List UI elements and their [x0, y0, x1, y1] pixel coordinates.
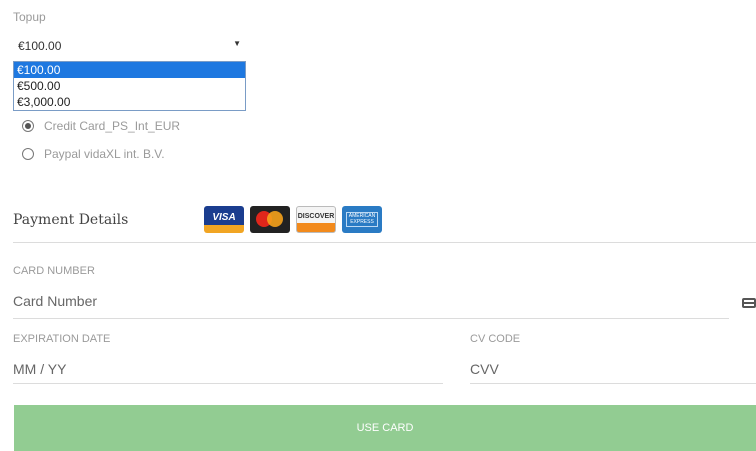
card-number-label: CARD NUMBER [13, 265, 95, 277]
topup-select[interactable]: €100.00 ▼ [13, 36, 245, 56]
expiration-date-input[interactable] [13, 359, 433, 379]
cv-code-underline [470, 383, 756, 384]
visa-icon: VISA [204, 206, 244, 233]
dropdown-arrow-icon: ▼ [233, 39, 241, 48]
discover-icon: DISCOVER [296, 206, 336, 233]
topup-option[interactable]: €100.00 [14, 62, 245, 78]
cv-code-label: CV CODE [470, 333, 521, 345]
radio-unchecked-icon[interactable] [22, 148, 34, 160]
topup-selected-value: €100.00 [18, 39, 62, 53]
card-number-underline [13, 318, 729, 319]
card-logos: VISA DISCOVER AMERICAN EXPRESS [204, 206, 382, 233]
payment-details-title: Payment Details [13, 212, 129, 228]
payment-method-label: Paypal vidaXL int. B.V. [44, 147, 165, 161]
expiration-date-label: EXPIRATION DATE [13, 333, 111, 345]
credit-card-icon [742, 298, 756, 308]
mastercard-icon [250, 206, 290, 233]
topup-option[interactable]: €500.00 [14, 78, 245, 94]
payment-method-credit-card[interactable]: Credit Card_PS_Int_EUR [22, 119, 180, 133]
cv-code-input[interactable] [470, 359, 750, 379]
payment-method-paypal[interactable]: Paypal vidaXL int. B.V. [22, 147, 165, 161]
payment-method-label: Credit Card_PS_Int_EUR [44, 119, 181, 133]
radio-checked-icon[interactable] [22, 120, 34, 132]
topup-label: Topup [13, 10, 46, 24]
divider [13, 242, 756, 243]
topup-dropdown-list: €100.00 €500.00 €3,000.00 [13, 61, 246, 111]
expiration-underline [13, 383, 443, 384]
card-number-input[interactable] [13, 291, 713, 311]
topup-option[interactable]: €3,000.00 [14, 94, 245, 110]
amex-icon: AMERICAN EXPRESS [342, 206, 382, 233]
use-card-button[interactable]: USE CARD [14, 405, 756, 451]
